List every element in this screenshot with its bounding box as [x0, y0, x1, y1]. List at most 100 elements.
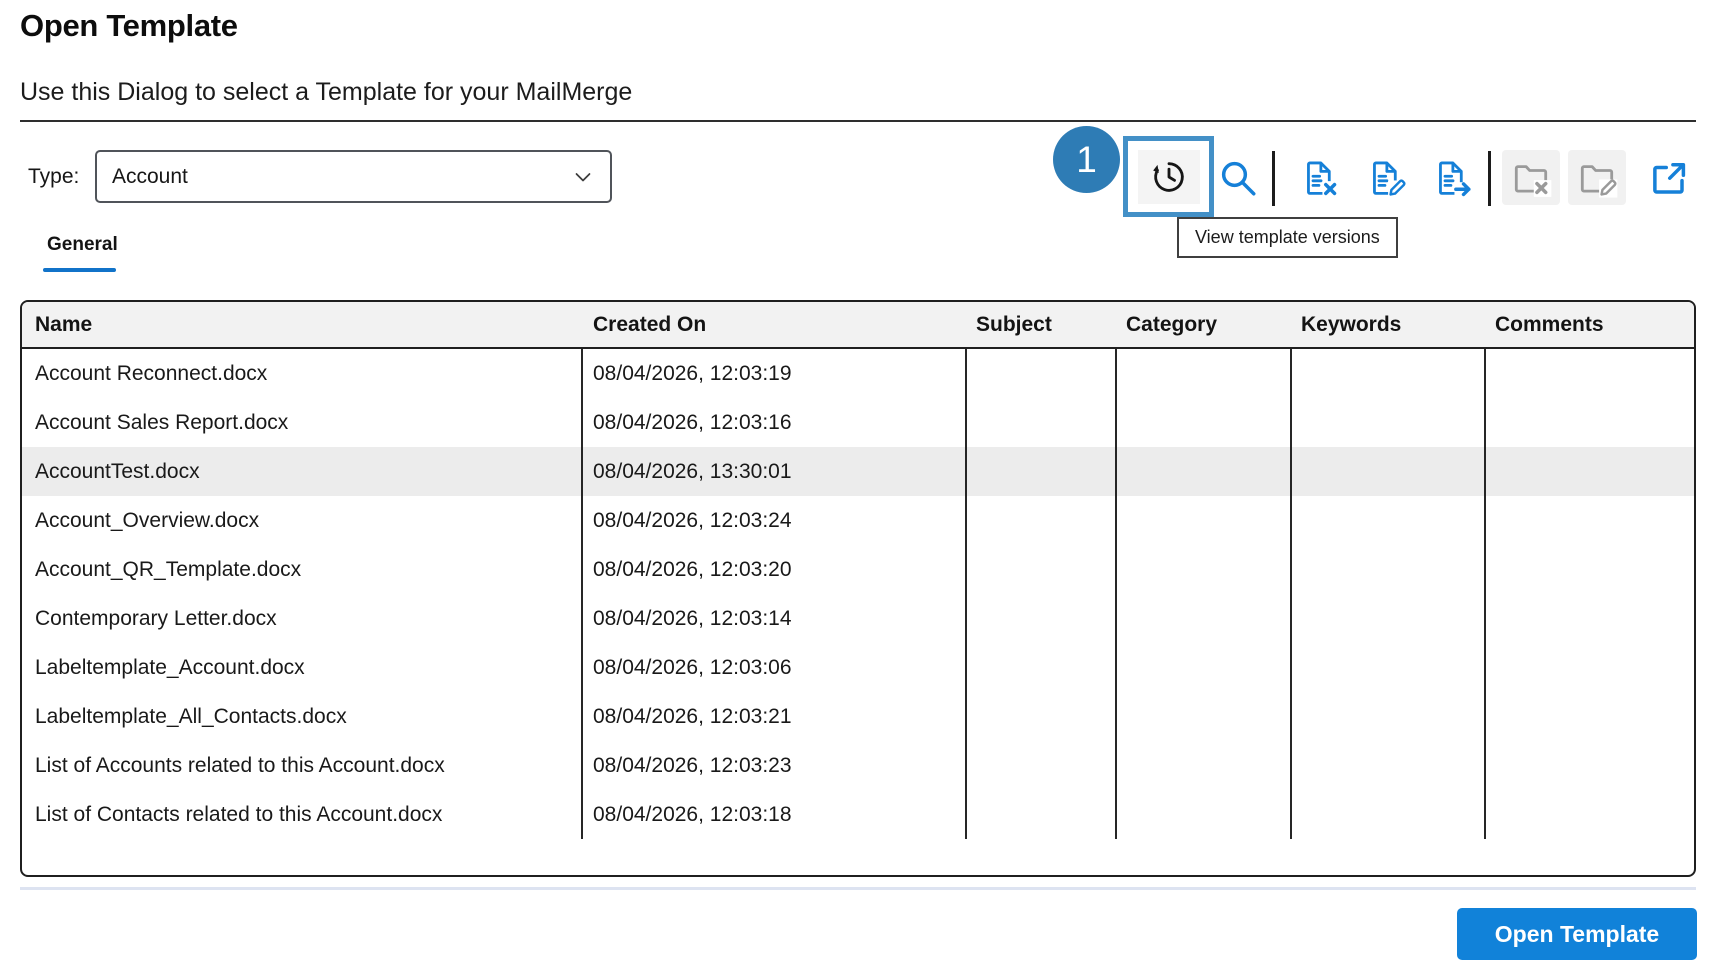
open-template-dialog: Open Template Use this Dialog to select …	[0, 0, 1727, 971]
document-export-icon	[1431, 157, 1473, 199]
cell-comments[interactable]	[1486, 741, 1694, 790]
cell-name[interactable]: Labeltemplate_All_Contacts.docx	[22, 692, 583, 741]
folder-edit-icon	[1576, 157, 1618, 199]
type-label: Type:	[28, 165, 79, 189]
cell-created-on[interactable]: 08/04/2026, 12:03:18	[583, 790, 967, 839]
cell-category[interactable]	[1117, 790, 1292, 839]
cell-keywords[interactable]	[1292, 398, 1486, 447]
cell-name[interactable]: Account_Overview.docx	[22, 496, 583, 545]
cell-category[interactable]	[1117, 545, 1292, 594]
cell-subject[interactable]	[967, 790, 1117, 839]
cell-created-on[interactable]: 08/04/2026, 12:03:06	[583, 643, 967, 692]
cell-keywords[interactable]	[1292, 692, 1486, 741]
cell-created-on[interactable]: 08/04/2026, 12:03:16	[583, 398, 967, 447]
cell-keywords[interactable]	[1292, 545, 1486, 594]
cell-keywords[interactable]	[1292, 741, 1486, 790]
cell-category[interactable]	[1117, 496, 1292, 545]
search-icon	[1217, 157, 1259, 199]
view-template-versions-button[interactable]	[1138, 150, 1200, 204]
cell-comments[interactable]	[1486, 447, 1694, 496]
cell-keywords[interactable]	[1292, 447, 1486, 496]
table-row[interactable]: AccountTest.docx08/04/2026, 13:30:01	[22, 447, 1694, 496]
cell-name[interactable]: Account_QR_Template.docx	[22, 545, 583, 594]
cell-category[interactable]	[1117, 398, 1292, 447]
cell-category[interactable]	[1117, 643, 1292, 692]
cell-name[interactable]: List of Contacts related to this Account…	[22, 790, 583, 839]
table-row[interactable]: List of Contacts related to this Account…	[22, 790, 1694, 839]
export-template-button[interactable]	[1428, 153, 1476, 203]
cell-created-on[interactable]: 08/04/2026, 12:03:21	[583, 692, 967, 741]
cell-comments[interactable]	[1486, 496, 1694, 545]
tooltip: View template versions	[1177, 217, 1398, 258]
cell-category[interactable]	[1117, 349, 1292, 398]
cell-name[interactable]: Labeltemplate_Account.docx	[22, 643, 583, 692]
cell-category[interactable]	[1117, 594, 1292, 643]
tab-general[interactable]: General	[43, 234, 122, 272]
view-template-versions-highlight	[1123, 136, 1214, 217]
edit-folder-button[interactable]	[1568, 150, 1626, 205]
open-template-button[interactable]: Open Template	[1457, 908, 1697, 960]
cell-keywords[interactable]	[1292, 594, 1486, 643]
cell-category[interactable]	[1117, 692, 1292, 741]
cell-created-on[interactable]: 08/04/2026, 12:03:20	[583, 545, 967, 594]
cell-subject[interactable]	[967, 496, 1117, 545]
toolbar-divider	[1488, 151, 1491, 206]
cell-comments[interactable]	[1486, 594, 1694, 643]
cell-created-on[interactable]: 08/04/2026, 12:03:14	[583, 594, 967, 643]
table-row[interactable]: Labeltemplate_Account.docx08/04/2026, 12…	[22, 643, 1694, 692]
table-row[interactable]: List of Accounts related to this Account…	[22, 741, 1694, 790]
cell-subject[interactable]	[967, 398, 1117, 447]
table-row[interactable]: Account_Overview.docx08/04/2026, 12:03:2…	[22, 496, 1694, 545]
cell-created-on[interactable]: 08/04/2026, 13:30:01	[583, 447, 967, 496]
cell-comments[interactable]	[1486, 349, 1694, 398]
tab-general-label: General	[43, 234, 122, 256]
cell-name[interactable]: List of Accounts related to this Account…	[22, 741, 583, 790]
cell-created-on[interactable]: 08/04/2026, 12:03:23	[583, 741, 967, 790]
cell-category[interactable]	[1117, 741, 1292, 790]
header-divider	[20, 120, 1696, 122]
cell-subject[interactable]	[967, 545, 1117, 594]
delete-template-button[interactable]	[1296, 153, 1344, 203]
cell-name[interactable]: Account Sales Report.docx	[22, 398, 583, 447]
cell-subject[interactable]	[967, 643, 1117, 692]
table-row[interactable]: Contemporary Letter.docx08/04/2026, 12:0…	[22, 594, 1694, 643]
cell-keywords[interactable]	[1292, 496, 1486, 545]
table-header-row: Name Created On Subject Category Keyword…	[22, 302, 1694, 349]
cell-subject[interactable]	[967, 349, 1117, 398]
search-button[interactable]	[1216, 155, 1260, 201]
cell-name[interactable]: AccountTest.docx	[22, 447, 583, 496]
cell-keywords[interactable]	[1292, 349, 1486, 398]
page-subtitle: Use this Dialog to select a Template for…	[20, 78, 632, 107]
tab-active-underline	[43, 268, 116, 272]
cell-comments[interactable]	[1486, 790, 1694, 839]
type-dropdown[interactable]: Account	[95, 150, 612, 203]
cell-comments[interactable]	[1486, 643, 1694, 692]
cell-comments[interactable]	[1486, 398, 1694, 447]
cell-name[interactable]: Contemporary Letter.docx	[22, 594, 583, 643]
document-delete-icon	[1299, 157, 1341, 199]
cell-subject[interactable]	[967, 692, 1117, 741]
cell-subject[interactable]	[967, 741, 1117, 790]
cell-category[interactable]	[1117, 447, 1292, 496]
footer-divider	[20, 887, 1696, 890]
cell-comments[interactable]	[1486, 545, 1694, 594]
cell-created-on[interactable]: 08/04/2026, 12:03:24	[583, 496, 967, 545]
cell-name[interactable]: Account Reconnect.docx	[22, 349, 583, 398]
table-row[interactable]: Account Sales Report.docx08/04/2026, 12:…	[22, 398, 1694, 447]
edit-template-button[interactable]	[1362, 153, 1410, 203]
delete-folder-button[interactable]	[1502, 150, 1560, 205]
templates-table: Name Created On Subject Category Keyword…	[20, 300, 1696, 877]
external-link-icon	[1647, 157, 1689, 199]
cell-subject[interactable]	[967, 447, 1117, 496]
open-external-button[interactable]	[1644, 155, 1692, 201]
table-row[interactable]: Labeltemplate_All_Contacts.docx08/04/202…	[22, 692, 1694, 741]
cell-keywords[interactable]	[1292, 643, 1486, 692]
table-row[interactable]: Account Reconnect.docx08/04/2026, 12:03:…	[22, 349, 1694, 398]
history-icon	[1149, 157, 1189, 197]
cell-subject[interactable]	[967, 594, 1117, 643]
table-row[interactable]: Account_QR_Template.docx08/04/2026, 12:0…	[22, 545, 1694, 594]
cell-keywords[interactable]	[1292, 790, 1486, 839]
column-header-created-on: Created On	[583, 313, 967, 337]
cell-comments[interactable]	[1486, 692, 1694, 741]
cell-created-on[interactable]: 08/04/2026, 12:03:19	[583, 349, 967, 398]
